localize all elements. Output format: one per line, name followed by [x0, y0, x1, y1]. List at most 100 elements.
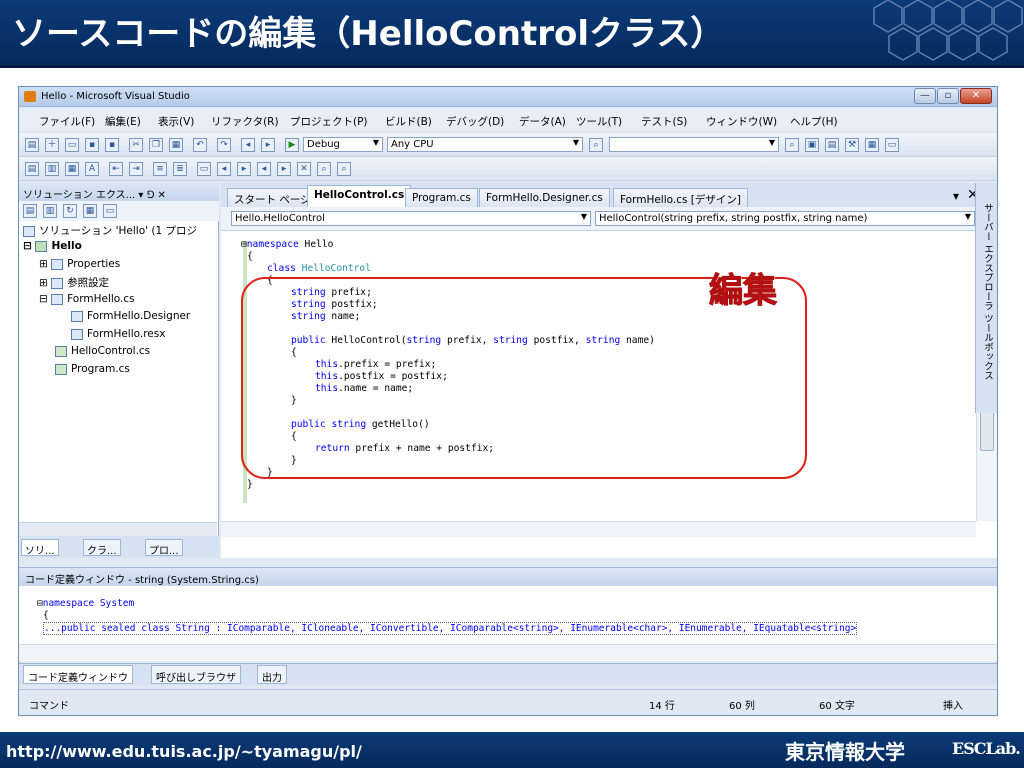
editor-horizontal-scrollbar[interactable] — [221, 521, 976, 537]
redo-icon[interactable]: ↷ — [217, 138, 231, 152]
footer-lab-logo: ESCLab. — [952, 739, 1021, 758]
menu-data[interactable]: データ(A) — [519, 114, 566, 129]
save-all-icon[interactable]: ▪ — [105, 138, 119, 152]
tree-item-solution[interactable]: ソリューション 'Hello' (1 プロジ — [23, 223, 223, 238]
tab-hellocontrol-cs[interactable]: HelloControl.cs — [307, 185, 412, 207]
prev-bookmark-folder-icon[interactable]: ◂ — [257, 162, 271, 176]
tab-solution-explorer[interactable]: ソリ... — [21, 539, 59, 557]
toolbox-icon[interactable]: ⚒ — [845, 138, 859, 152]
menu-edit[interactable]: 編集(E) — [105, 114, 141, 129]
find-combo[interactable]: ▼ — [609, 137, 779, 152]
find-in-files-icon[interactable]: ⌕ — [785, 138, 799, 152]
properties-icon[interactable]: ▤ — [23, 204, 37, 218]
server-explorer-toolbox-tabs[interactable]: サーバー エクスプローラ ツールボックス — [980, 203, 994, 380]
add-item-icon[interactable]: ＋ — [45, 138, 59, 152]
bookmark-icon[interactable]: ▭ — [197, 162, 211, 176]
footer-university: 東京情報大学 — [785, 740, 905, 764]
view-designer-icon[interactable]: ▭ — [103, 204, 117, 218]
refresh-icon[interactable]: ↻ — [63, 204, 77, 218]
undo-icon[interactable]: ↶ — [193, 138, 207, 152]
menu-debug[interactable]: デバッグ(D) — [446, 114, 504, 129]
status-line: 14 行 — [649, 701, 675, 712]
comment-icon[interactable]: ≡ — [153, 162, 167, 176]
tab-call-browser[interactable]: 呼び出しブラウザ — [151, 665, 241, 684]
tab-output[interactable]: 出力 — [257, 665, 287, 684]
tab-list-dropdown-icon[interactable]: ▾ — [953, 189, 959, 203]
start-page-icon[interactable]: ▦ — [865, 138, 879, 152]
menu-view[interactable]: 表示(V) — [158, 114, 194, 129]
member-combo[interactable]: HelloControl(string prefix, string postf… — [595, 211, 975, 226]
menu-build[interactable]: ビルド(B) — [385, 114, 432, 129]
code-def-line-3: ...public sealed class String : ICompara… — [43, 622, 858, 635]
show-all-files-icon[interactable]: ▥ — [43, 204, 57, 218]
tab-formhello-designer-cs[interactable]: FormHello.Designer.cs — [479, 188, 610, 207]
menu-file[interactable]: ファイル(F) — [39, 114, 95, 129]
visual-studio-window: Hello - Microsoft Visual Studio — ▫ ✕ ファ… — [18, 86, 998, 716]
paste-icon[interactable]: ▦ — [169, 138, 183, 152]
copy-icon[interactable]: ❐ — [149, 138, 163, 152]
solution-config-combo[interactable]: Debug ▼ — [303, 137, 383, 152]
tab-class-view[interactable]: クラ... — [83, 539, 121, 557]
status-insert: 挿入 — [943, 701, 963, 712]
tree-item-formhello-cs[interactable]: ⊟ FormHello.cs — [39, 293, 239, 305]
find-symbol-icon[interactable]: ⌕ — [317, 162, 331, 176]
prev-bookmark-icon[interactable]: ◂ — [217, 162, 231, 176]
tab-start-page[interactable]: スタート ページ — [227, 188, 318, 207]
solution-horizontal-scrollbar[interactable] — [19, 522, 217, 536]
new-project-icon[interactable]: ▤ — [25, 138, 39, 152]
code-area[interactable]: ⊟namespace Hello { class HelloControl { … — [221, 231, 976, 521]
vs-app-icon — [24, 91, 36, 102]
save-icon[interactable]: ▪ — [85, 138, 99, 152]
menu-window[interactable]: ウィンドウ(W) — [706, 114, 777, 129]
properties-icon[interactable]: ▤ — [825, 138, 839, 152]
close-button[interactable]: ✕ — [960, 88, 992, 104]
other-windows-icon[interactable]: ▭ — [885, 138, 899, 152]
minimize-button[interactable]: — — [914, 88, 936, 104]
quick-info-icon[interactable]: ▦ — [65, 162, 79, 176]
slide-footer: http://www.edu.tuis.ac.jp/~tyamagu/pl/ 東… — [0, 732, 1024, 768]
title-bar: Hello - Microsoft Visual Studio — ▫ ✕ — [19, 87, 997, 107]
menu-project[interactable]: プロジェクト(P) — [290, 114, 368, 129]
solution-explorer-icon[interactable]: ▣ — [805, 138, 819, 152]
menu-tools[interactable]: ツール(T) — [576, 114, 622, 129]
solution-explorer: ソリューション エクス... ▾ ⅁ ✕ ▤ ▥ ↻ ▦ ▭ ソリューション '… — [19, 183, 219, 558]
next-bookmark-icon[interactable]: ▸ — [237, 162, 251, 176]
member-list-icon[interactable]: ▤ — [25, 162, 39, 176]
solution-platform-combo[interactable]: Any CPU ▼ — [387, 137, 583, 152]
indent-icon[interactable]: ⇥ — [129, 162, 143, 176]
standard-toolbar: ▤ ＋ ▭ ▪ ▪ ✂ ❐ ▦ ↶ ↷ ◂ ▸ ▶ Debug ▼ Any CPU… — [19, 133, 997, 157]
navigation-bar: Hello.HelloControl ▼ HelloControl(string … — [221, 207, 997, 231]
references-folder-icon — [51, 277, 64, 289]
tab-property-manager[interactable]: プロ... — [145, 539, 183, 557]
code-definition-header[interactable]: コード定義ウィンドウ - string (System.String.cs) — [19, 568, 997, 586]
tree-item-references[interactable]: ⊞ 参照設定 — [39, 275, 239, 290]
clear-bookmarks-icon[interactable]: ✕ — [297, 162, 311, 176]
menu-test[interactable]: テスト(S) — [641, 114, 687, 129]
complete-word-icon[interactable]: A — [85, 162, 99, 176]
tab-program-cs[interactable]: Program.cs — [405, 188, 478, 207]
next-bookmark-folder-icon[interactable]: ▸ — [277, 162, 291, 176]
outdent-icon[interactable]: ⇤ — [109, 162, 123, 176]
navigate-forward-icon[interactable]: ▸ — [261, 138, 275, 152]
open-file-icon[interactable]: ▭ — [65, 138, 79, 152]
navigate-back-icon[interactable]: ◂ — [241, 138, 255, 152]
view-code-icon[interactable]: ▦ — [83, 204, 97, 218]
solution-explorer-header[interactable]: ソリューション エクス... ▾ ⅁ ✕ — [19, 183, 219, 201]
uncomment-icon[interactable]: ≣ — [173, 162, 187, 176]
code-def-horizontal-scrollbar[interactable] — [19, 644, 997, 660]
menu-help[interactable]: ヘルプ(H) — [790, 114, 838, 129]
tree-item-project-hello[interactable]: ⊟ Hello — [23, 240, 223, 252]
maximize-button[interactable]: ▫ — [937, 88, 959, 104]
parameter-info-icon[interactable]: ▥ — [45, 162, 59, 176]
zoom-icon[interactable]: ⌕ — [337, 162, 351, 176]
type-combo[interactable]: Hello.HelloControl ▼ — [231, 211, 591, 226]
start-debug-icon[interactable]: ▶ — [285, 138, 299, 152]
menu-refactor[interactable]: リファクタ(R) — [211, 114, 279, 129]
cut-icon[interactable]: ✂ — [129, 138, 143, 152]
code-def-line-1: ⊟namespace System — [37, 598, 135, 609]
tree-item-properties[interactable]: ⊞ Properties — [39, 258, 239, 270]
find-icon[interactable]: ⌕ — [589, 138, 603, 152]
window-title: Hello - Microsoft Visual Studio — [41, 91, 190, 102]
tab-formhello-design[interactable]: FormHello.cs [デザイン] — [613, 188, 748, 207]
tab-code-definition[interactable]: コード定義ウィンドウ — [23, 665, 133, 684]
